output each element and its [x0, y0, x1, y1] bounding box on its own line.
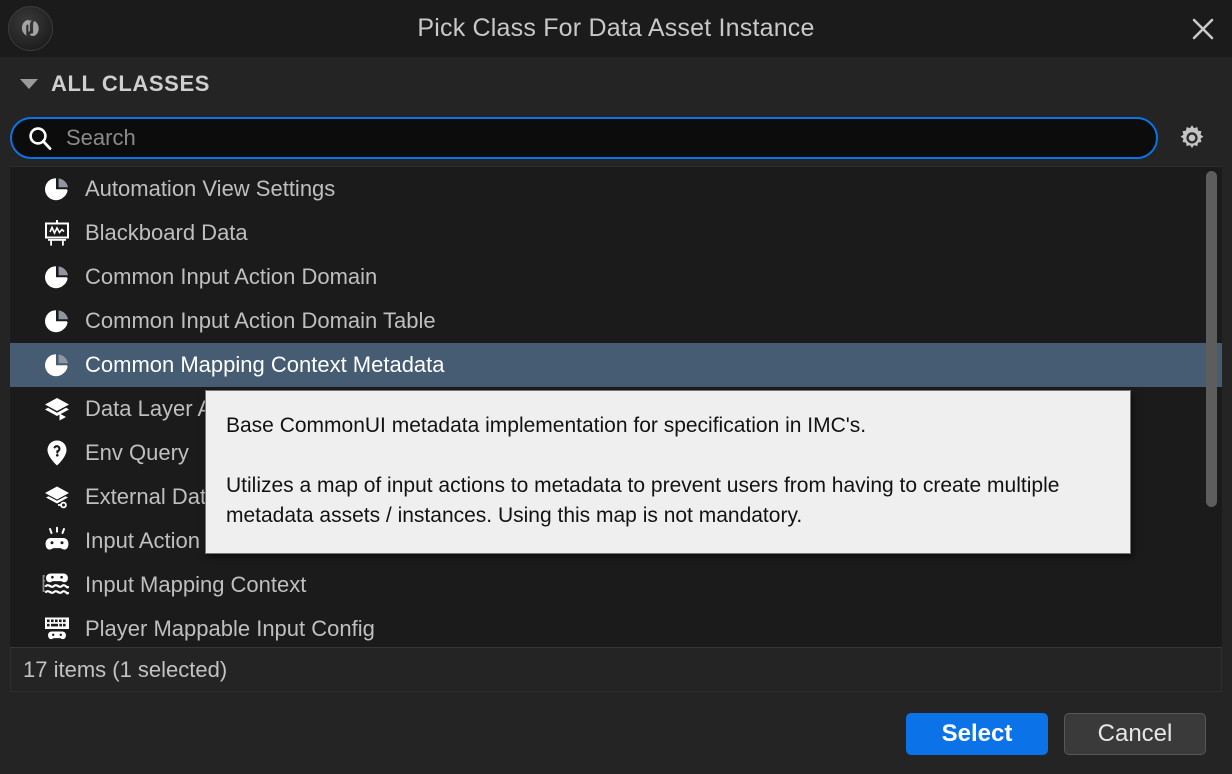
- chevron-down-icon[interactable]: [20, 78, 38, 89]
- list-item-label: Input Mapping Context: [85, 572, 307, 597]
- status-bar: 17 items (1 selected): [10, 647, 1222, 692]
- pick-class-dialog: Pick Class For Data Asset Instance ALL C…: [0, 0, 1232, 774]
- list-item[interactable]: Common Input Action Domain: [10, 255, 1222, 299]
- blackboard-icon: [41, 217, 73, 249]
- list-item[interactable]: Common Mapping Context Metadata: [10, 343, 1222, 387]
- list-item-label: Env Query: [85, 440, 189, 465]
- input-action-icon: [41, 525, 73, 557]
- section-title: ALL CLASSES: [51, 70, 210, 96]
- tooltip-paragraph-2: Utilizes a map of input actions to metad…: [226, 474, 1060, 527]
- unreal-engine-logo: [8, 6, 53, 51]
- search-row: Search: [10, 112, 1222, 164]
- data-asset-icon: [41, 305, 73, 337]
- search-placeholder: Search: [66, 125, 136, 150]
- list-item-label: Automation View Settings: [85, 176, 336, 201]
- tooltip-paragraph-1: Base CommonUI metadata implementation fo…: [226, 414, 867, 437]
- search-input[interactable]: Search: [10, 117, 1158, 159]
- cancel-button[interactable]: Cancel: [1064, 712, 1206, 755]
- list-item-label: Blackboard Data: [85, 220, 248, 245]
- status-text: 17 items (1 selected): [23, 656, 228, 682]
- list-item[interactable]: Blackboard Data: [10, 211, 1222, 255]
- list-item-label: Input Action: [85, 528, 200, 553]
- list-item[interactable]: Player Mappable Input Config: [10, 607, 1222, 647]
- list-scrollbar-thumb[interactable]: [1206, 171, 1217, 507]
- search-icon: [29, 127, 52, 151]
- dialog-footer: Select Cancel: [0, 693, 1232, 774]
- class-description-tooltip: Base CommonUI metadata implementation fo…: [205, 390, 1131, 554]
- list-item[interactable]: Common Input Action Domain Table: [10, 299, 1222, 343]
- close-icon[interactable]: [1174, 0, 1232, 57]
- all-classes-header[interactable]: ALL CLASSES: [0, 57, 1232, 110]
- list-item-label: Common Mapping Context Metadata: [85, 352, 445, 377]
- list-item[interactable]: Automation View Settings: [10, 167, 1222, 211]
- data-layer-icon: [41, 393, 73, 425]
- data-asset-icon: [41, 261, 73, 293]
- input-mapping-context-icon: [41, 569, 73, 601]
- external-data-layer-icon: [41, 481, 73, 513]
- list-item-label: Common Input Action Domain Table: [85, 308, 436, 333]
- player-mappable-input-config-icon: [41, 613, 73, 645]
- env-query-icon: [41, 437, 73, 469]
- list-item-label: Common Input Action Domain: [85, 264, 378, 289]
- data-asset-icon: [41, 173, 73, 205]
- list-scrollbar[interactable]: [1203, 167, 1219, 647]
- gear-icon[interactable]: [1166, 117, 1218, 159]
- dialog-title-bar: Pick Class For Data Asset Instance: [0, 0, 1232, 57]
- list-item[interactable]: Input Mapping Context: [10, 563, 1222, 607]
- select-button[interactable]: Select: [906, 712, 1048, 755]
- dialog-title: Pick Class For Data Asset Instance: [417, 14, 815, 42]
- list-item-label: Player Mappable Input Config: [85, 616, 375, 641]
- data-asset-icon: [41, 349, 73, 381]
